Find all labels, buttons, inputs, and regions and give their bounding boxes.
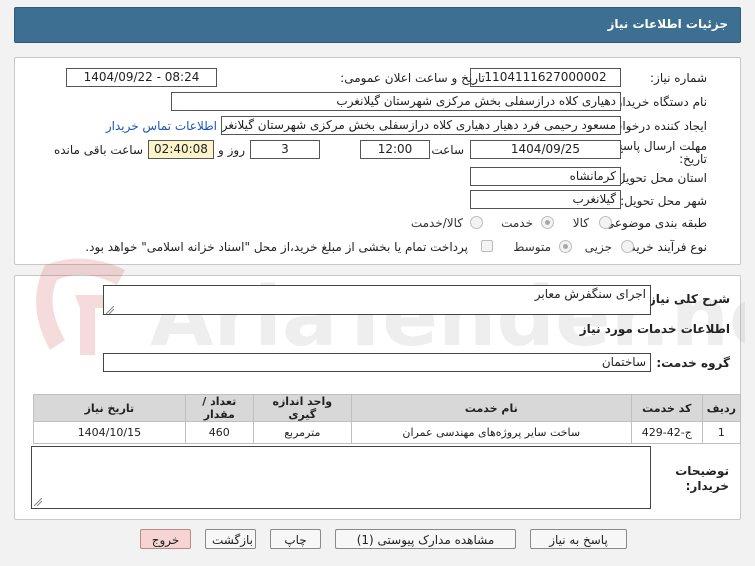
treasury-payment-note: پرداخت تمام یا بخشی از مبلغ خرید،از محل …: [85, 240, 468, 254]
days-remaining-field: 3: [250, 140, 320, 159]
cell-unit: مترمربع: [252, 421, 352, 444]
city-label: شهر محل تحویل:: [620, 194, 707, 208]
buyer-notes-label-2: خریدار:: [685, 479, 729, 493]
process-option-minor: جزیی: [584, 240, 612, 254]
exit-button[interactable]: خروج: [140, 529, 191, 549]
buyer-org-field: دهیاری کلاه درازسفلی بخش مرکزی شهرستان گ…: [171, 92, 621, 111]
announce-date-field: 1404/09/22 - 08:24: [66, 68, 217, 87]
back-button[interactable]: بازگشت: [205, 529, 256, 549]
cell-need-date: 1404/10/15: [33, 421, 186, 444]
page-header: جزئیات اطلاعات نیاز: [14, 7, 741, 43]
reply-to-need-button[interactable]: پاسخ به نیاز: [530, 529, 627, 549]
need-info-panel: [14, 57, 741, 265]
buyer-org-label: نام دستگاه خریدار:: [612, 95, 708, 109]
notes-resize-grip[interactable]: [34, 498, 42, 506]
cell-quantity: 460: [184, 421, 254, 444]
category-option-goods-service: کالا/خدمت: [410, 216, 463, 230]
treasury-checkbox[interactable]: [481, 240, 493, 252]
announce-date-label: تاریخ و ساعت اعلان عمومی:: [340, 71, 485, 85]
days-label: روز و: [218, 143, 245, 157]
table-row: 1 ج-42-429 ساخت سایر پروژه‌های مهندسی عم…: [33, 421, 742, 444]
category-radio-goods-service[interactable]: [470, 216, 483, 229]
creator-field: مسعود رحیمی فرد دهیار دهیاری کلاه درازسف…: [221, 116, 621, 135]
page-title: جزئیات اطلاعات نیاز: [607, 17, 728, 31]
need-number-label: شماره نیاز:: [650, 71, 707, 85]
description-resize-grip[interactable]: [106, 306, 114, 314]
time-remaining-label: ساعت باقی مانده: [53, 143, 143, 157]
province-field: کرمانشاه: [470, 167, 621, 186]
buyer-notes-label: توضیحات: [675, 464, 729, 478]
need-description-field: اجرای سنگفرش معابر: [103, 285, 651, 315]
deadline-date-field: 1404/09/25: [470, 140, 621, 159]
time-remaining-field: 02:40:08: [148, 140, 214, 159]
services-section-title: اطلاعات خدمات مورد نیاز: [579, 322, 730, 336]
col-unit: واحد اندازه گیری: [252, 394, 352, 422]
buyer-contact-link[interactable]: اطلاعات تماس خریدار: [106, 119, 217, 133]
cell-row-number: 1: [701, 421, 742, 444]
col-row-number: ردیف: [701, 394, 742, 422]
need-description-label: شرح کلی نیاز:: [644, 292, 730, 306]
process-radio-minor[interactable]: [621, 240, 634, 253]
category-radio-service[interactable]: [541, 216, 554, 229]
print-button[interactable]: چاپ: [270, 529, 321, 549]
category-radio-goods[interactable]: [599, 216, 612, 229]
cell-service-code: ج-42-429: [630, 421, 703, 444]
cell-service-name: ساخت سایر پروژه‌های مهندسی عمران: [350, 421, 632, 444]
category-option-goods: کالا: [572, 216, 589, 230]
col-service-name: نام خدمت: [350, 394, 632, 422]
province-label: استان محل تحویل:: [612, 171, 707, 185]
buyer-notes-field: [31, 446, 651, 509]
category-option-service: خدمت: [501, 216, 533, 230]
col-service-code: کد خدمت: [630, 394, 703, 422]
view-attachments-button[interactable]: مشاهده مدارک پیوستی (1): [335, 529, 516, 549]
col-quantity: تعداد / مقدار: [184, 394, 254, 422]
process-radio-medium[interactable]: [559, 240, 572, 253]
deadline-time-field: 12:00: [360, 140, 430, 159]
process-option-medium: متوسط: [513, 240, 551, 254]
process-type-label: نوع فرآیند خرید :: [622, 240, 707, 254]
service-group-label: گروه خدمت:: [656, 356, 730, 370]
category-label: طبقه بندی موضوعی:: [600, 216, 707, 230]
services-table-header: ردیف کد خدمت نام خدمت واحد اندازه گیری ت…: [33, 394, 742, 422]
services-table: ردیف کد خدمت نام خدمت واحد اندازه گیری ت…: [33, 394, 742, 444]
deadline-label-date: تاریخ:: [679, 152, 707, 166]
deadline-time-label: ساعت: [431, 143, 464, 157]
col-need-date: تاریخ نیاز: [33, 394, 186, 422]
service-group-field: ساختمان: [103, 353, 651, 372]
need-number-field: 1104111627000002: [470, 68, 621, 87]
city-field: گیلانغرب: [470, 190, 621, 209]
